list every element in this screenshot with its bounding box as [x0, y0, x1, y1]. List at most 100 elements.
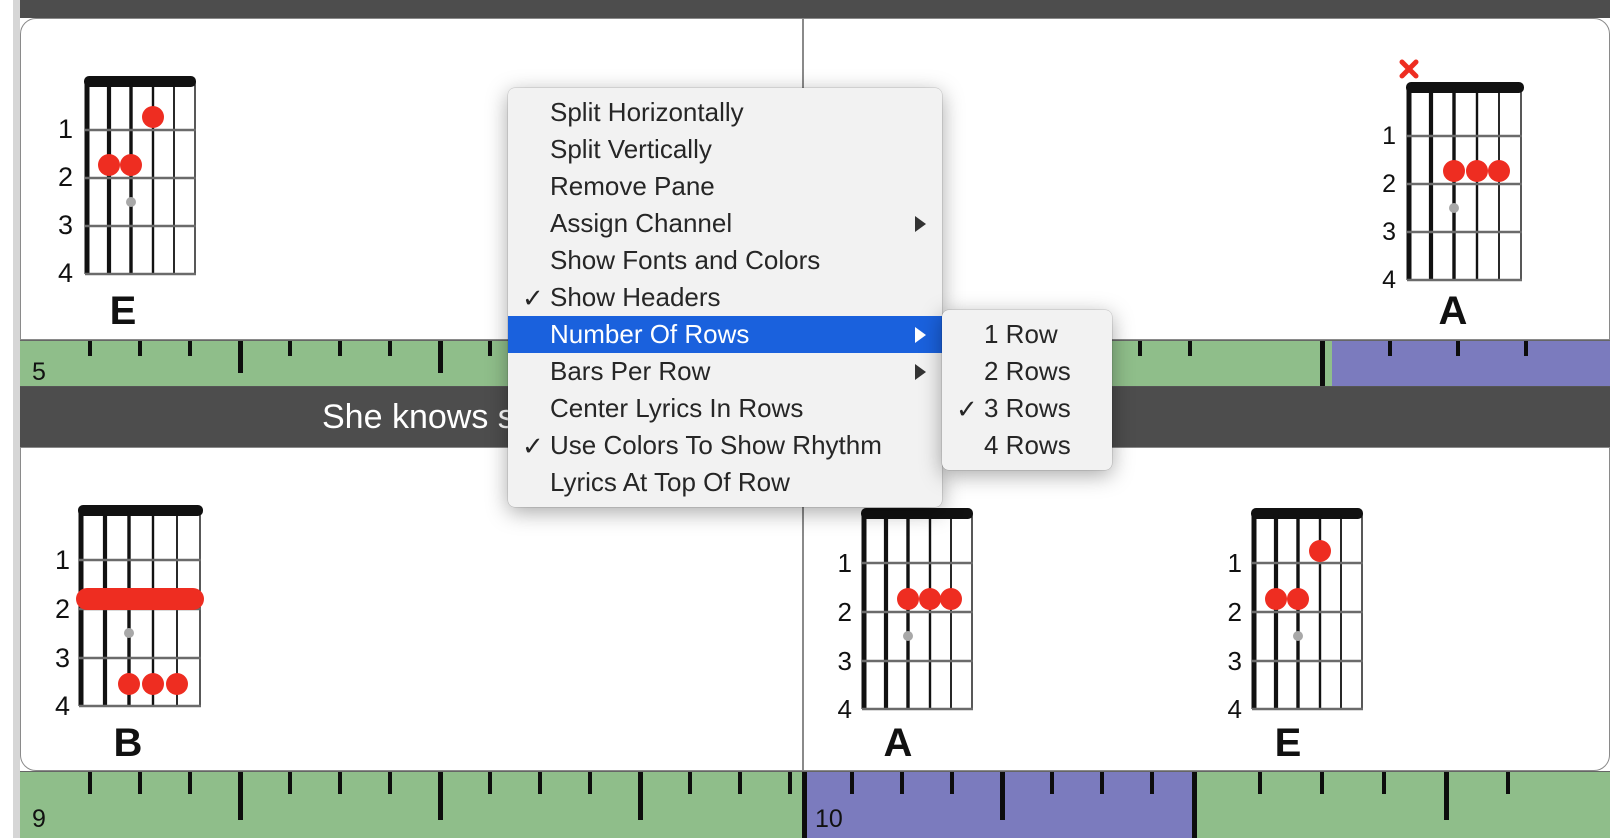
- ruler-tick-bar: [1320, 341, 1325, 386]
- svg-text:2: 2: [58, 162, 73, 192]
- submenu-item-2-rows[interactable]: 2 Rows: [942, 353, 1112, 390]
- ruler-tick-beat: [238, 341, 243, 374]
- ruler-tick: [1100, 772, 1104, 795]
- pane-context-menu[interactable]: Split Horizontally Split Vertically Remo…: [508, 88, 942, 507]
- menu-item-label: Show Fonts and Colors: [550, 245, 821, 275]
- ruler-tick: [138, 341, 142, 357]
- chord-diagram-b[interactable]: 1 2 3 4 B: [48, 491, 208, 763]
- ruler-row-2[interactable]: 9 10: [20, 771, 1610, 838]
- ruler-tick-bar: [1192, 772, 1197, 838]
- ruler-tick: [388, 772, 392, 795]
- number-of-rows-submenu[interactable]: 1 Row 2 Rows ✓ 3 Rows 4 Rows: [942, 310, 1112, 470]
- menu-item-label: Number Of Rows: [550, 319, 750, 349]
- ruler-tick: [850, 772, 854, 795]
- left-gutter-scroll-track[interactable]: [13, 0, 20, 838]
- ruler-tick: [88, 341, 92, 357]
- svg-text:1: 1: [58, 114, 73, 144]
- chord-diagram-a-2[interactable]: 1 2 3 4 A: [828, 495, 973, 765]
- ruler-tick: [188, 772, 192, 795]
- chord-name-label: E: [1274, 721, 1302, 765]
- svg-text:1: 1: [1382, 122, 1396, 150]
- ruler-tick-beat: [238, 772, 243, 820]
- chord-grid: 1 2 3 4: [55, 505, 204, 721]
- svg-text:4: 4: [838, 694, 852, 724]
- submenu-arrow-icon: [915, 326, 926, 343]
- submenu-item-label: 2 Rows: [984, 356, 1071, 386]
- ruler-tick: [388, 341, 392, 357]
- menu-item-label: Lyrics At Top Of Row: [550, 467, 790, 497]
- chord-diagram-e-1[interactable]: 1 2 3 4 E: [48, 62, 198, 331]
- menu-item-label: Split Horizontally: [550, 97, 744, 127]
- ruler-segment-purple: [1331, 341, 1610, 386]
- top-dark-bar: [20, 0, 1610, 18]
- ruler-tick: [138, 772, 142, 795]
- svg-text:4: 4: [1228, 694, 1242, 724]
- svg-text:3: 3: [58, 210, 73, 240]
- ruler-tick: [950, 772, 954, 795]
- menu-item-lyrics-at-top-of-row[interactable]: Lyrics At Top Of Row: [508, 464, 942, 501]
- menu-item-bars-per-row[interactable]: Bars Per Row: [508, 353, 942, 390]
- svg-text:3: 3: [55, 643, 70, 673]
- chord-diagram-a-1[interactable]: 1 2 3 4 A: [1378, 59, 1528, 331]
- menu-item-split-horizontally[interactable]: Split Horizontally: [508, 94, 942, 131]
- svg-text:4: 4: [58, 258, 73, 288]
- menu-item-remove-pane[interactable]: Remove Pane: [508, 168, 942, 205]
- svg-text:1: 1: [838, 548, 852, 578]
- ruler-tick: [738, 772, 742, 795]
- ruler-tick: [1456, 341, 1460, 357]
- ruler-tick: [88, 772, 92, 795]
- ruler-tick: [1320, 772, 1324, 795]
- ruler-tick: [788, 772, 792, 795]
- ruler-tick: [1382, 772, 1386, 795]
- menu-item-split-vertically[interactable]: Split Vertically: [508, 131, 942, 168]
- ruler-segment-purple: [802, 772, 1192, 838]
- menu-check-icon: ✓: [956, 393, 978, 424]
- ruler-tick: [1138, 341, 1142, 357]
- submenu-item-4-rows[interactable]: 4 Rows: [942, 427, 1112, 464]
- ruler-bar-number: 9: [32, 805, 46, 833]
- svg-text:4: 4: [1382, 266, 1396, 294]
- svg-text:3: 3: [838, 646, 852, 676]
- menu-item-assign-channel[interactable]: Assign Channel: [508, 205, 942, 242]
- ruler-bar-number-mid: 10: [815, 805, 843, 833]
- ruler-tick: [288, 341, 292, 357]
- barre-bar: [76, 588, 204, 610]
- ruler-tick: [588, 772, 592, 795]
- menu-item-show-fonts-and-colors[interactable]: Show Fonts and Colors: [508, 242, 942, 279]
- ruler-tick: [1258, 772, 1262, 795]
- submenu-item-1-row[interactable]: 1 Row: [942, 316, 1112, 353]
- menu-item-use-colors-to-show-rhythm[interactable]: ✓ Use Colors To Show Rhythm: [508, 427, 942, 464]
- menu-item-center-lyrics-in-rows[interactable]: Center Lyrics In Rows: [508, 390, 942, 427]
- menu-item-label: Use Colors To Show Rhythm: [550, 430, 882, 460]
- svg-text:4: 4: [55, 691, 70, 721]
- left-gutter: [0, 0, 20, 838]
- svg-text:1: 1: [55, 545, 70, 575]
- menu-item-number-of-rows[interactable]: Number Of Rows: [508, 316, 942, 353]
- ruler-tick-beat: [1000, 772, 1005, 820]
- menu-item-label: Split Vertically: [550, 134, 712, 164]
- ruler-tick: [338, 341, 342, 357]
- ruler-tick: [338, 772, 342, 795]
- chord-diagram-e-2[interactable]: 1 2 3 4 E: [1218, 495, 1363, 765]
- menu-item-label: Show Headers: [550, 282, 721, 312]
- svg-text:3: 3: [1382, 218, 1396, 246]
- ruler-tick: [1188, 341, 1192, 357]
- svg-text:2: 2: [1382, 170, 1396, 198]
- ruler-tick: [288, 772, 292, 795]
- ruler-tick: [538, 772, 542, 795]
- svg-text:1: 1: [1228, 548, 1242, 578]
- ruler-tick: [1050, 772, 1054, 795]
- submenu-arrow-icon: [915, 363, 926, 380]
- ruler-tick: [1524, 341, 1528, 357]
- menu-check-icon: ✓: [522, 282, 544, 313]
- ruler-tick: [1506, 772, 1510, 795]
- menu-item-label: Center Lyrics In Rows: [550, 393, 804, 423]
- chord-name-label: A: [883, 721, 913, 765]
- muted-string-x-icon: [1399, 59, 1419, 79]
- menu-item-show-headers[interactable]: ✓ Show Headers: [508, 279, 942, 316]
- svg-text:2: 2: [838, 597, 852, 627]
- ruler-tick-beat: [438, 341, 443, 374]
- submenu-item-3-rows[interactable]: ✓ 3 Rows: [942, 390, 1112, 427]
- svg-text:2: 2: [1228, 597, 1242, 627]
- submenu-item-label: 4 Rows: [984, 430, 1071, 460]
